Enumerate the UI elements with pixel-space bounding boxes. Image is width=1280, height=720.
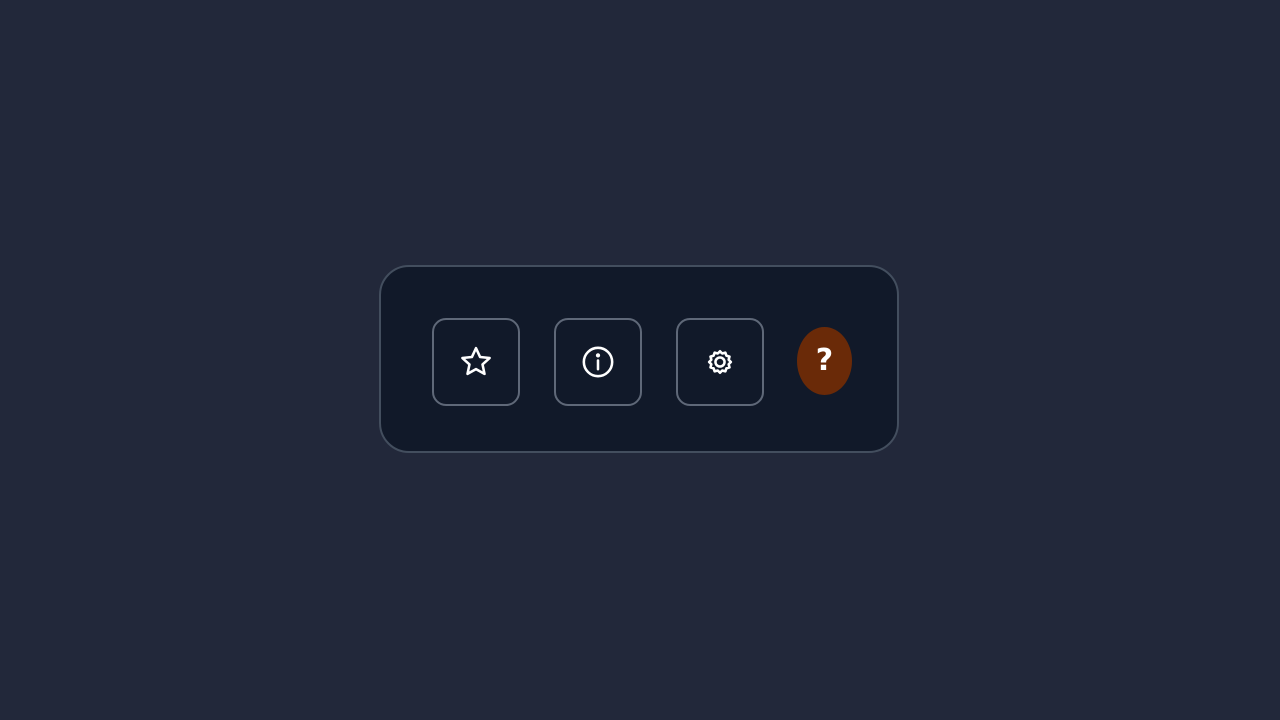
info-button[interactable]: [554, 318, 642, 406]
info-icon: [582, 346, 614, 378]
settings-button[interactable]: [676, 318, 764, 406]
help-button[interactable]: ?: [797, 327, 852, 395]
gear-icon: [707, 349, 733, 375]
favorite-button[interactable]: [432, 318, 520, 406]
star-icon: [461, 346, 491, 376]
icon-toolbar: ?: [379, 265, 899, 453]
